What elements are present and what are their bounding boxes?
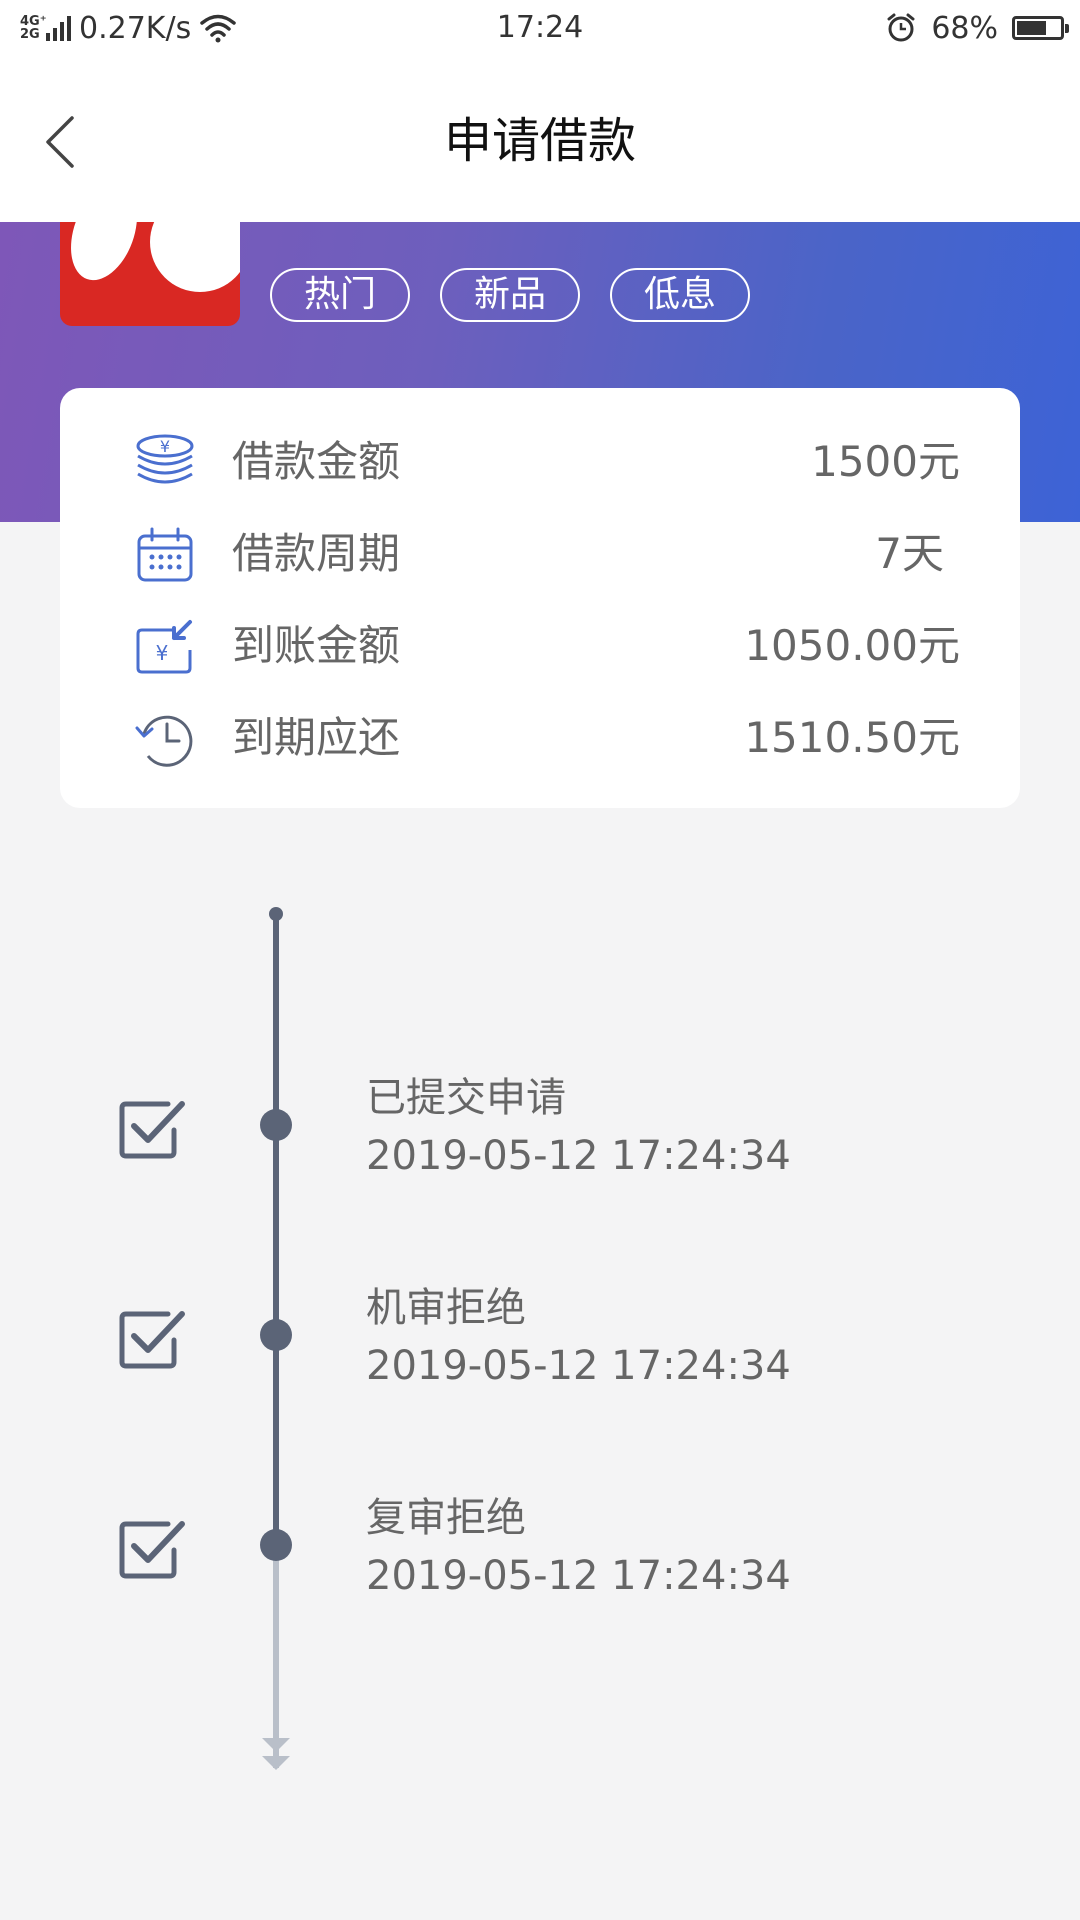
battery-percent: 68%: [931, 10, 998, 46]
row-label: 到期应还: [232, 713, 401, 762]
row-value: 1510.50元: [744, 713, 960, 762]
row-received-amount: ¥ 到账金额 1050.00元: [60, 606, 1020, 686]
checkbox-checked-icon: [119, 1521, 185, 1579]
row-label: 借款周期: [232, 529, 401, 578]
clock-history-icon: [135, 715, 193, 767]
tag-low-interest: 低息: [610, 268, 750, 322]
row-loan-period: 借款周期 7天: [60, 514, 1020, 594]
row-label: 借款金额: [232, 437, 401, 486]
application-timeline: 已提交申请 2019-05-12 17:24:34 机审拒绝 2019-05-1…: [0, 900, 1080, 1780]
row-label: 到账金额: [232, 621, 401, 670]
status-right: 68%: [885, 8, 1069, 48]
product-logo: [60, 222, 240, 326]
status-bar: 4G⁺ 2G 0.27K/s 17:24 68%: [0, 0, 1080, 56]
coins-icon: ¥: [136, 434, 194, 484]
row-loan-amount: ¥ 借款金额 1500元: [60, 422, 1020, 502]
page-title: 申请借款: [443, 113, 636, 169]
step-time: 2019-05-12 17:24:34: [366, 1343, 791, 1389]
row-due-repayment: 到期应还 1510.50元: [60, 698, 1020, 778]
loan-info-card: ¥ 借款金额 1500元 借款周期 7天 ¥ 到账金额 1050.00元 到期应…: [60, 388, 1020, 808]
checkbox-checked-icon: [119, 1101, 185, 1159]
calendar-icon: [137, 527, 193, 582]
tag-hot: 热门: [270, 268, 410, 322]
step-title: 复审拒绝: [366, 1495, 526, 1541]
step-title: 机审拒绝: [366, 1285, 526, 1331]
nav-bar: 申请借款: [0, 56, 1080, 222]
money-in-icon: ¥: [136, 620, 192, 674]
timeline-dot: [260, 1529, 292, 1561]
row-value: 7天: [875, 529, 944, 578]
tag-new: 新品: [440, 268, 580, 322]
timeline-dot: [260, 1109, 292, 1141]
svg-text:¥: ¥: [156, 641, 169, 665]
step-time: 2019-05-12 17:24:34: [366, 1553, 791, 1599]
checkbox-checked-icon: [119, 1311, 185, 1369]
alarm-icon: [887, 13, 915, 42]
step-title: 已提交申请: [366, 1075, 566, 1121]
step-time: 2019-05-12 17:24:34: [366, 1133, 791, 1179]
product-tags: 热门 新品 低息: [270, 268, 750, 322]
svg-text:¥: ¥: [160, 437, 170, 456]
battery-icon: [1012, 16, 1069, 40]
row-value: 1500元: [811, 437, 960, 486]
timeline-dot: [260, 1319, 292, 1351]
row-value: 1050.00元: [744, 621, 960, 670]
